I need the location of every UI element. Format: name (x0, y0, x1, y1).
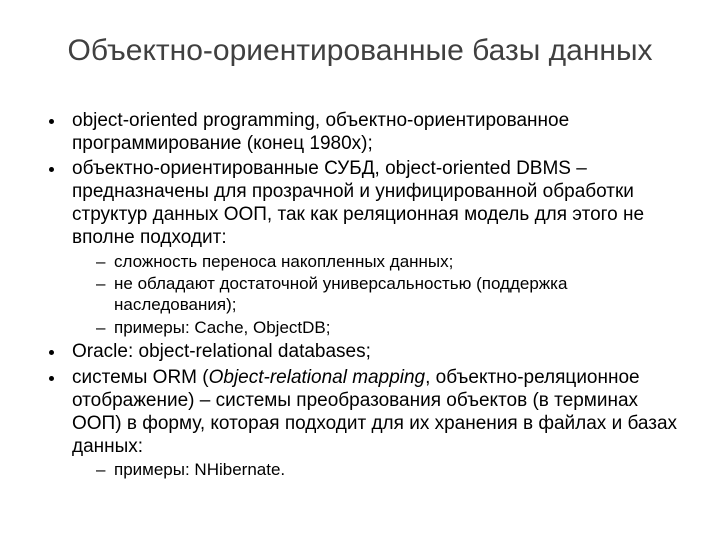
sub-list: примеры: NHibernate. (72, 460, 680, 481)
list-item: сложность переноса накопленных данных; (100, 252, 680, 273)
list-item: не обладают достаточной универсальностью… (100, 274, 680, 315)
list-item: примеры: NHibernate. (100, 460, 680, 481)
list-item: object-oriented programming, объектно-ор… (66, 109, 680, 155)
list-item: объектно-ориентированные СУБД, object-or… (66, 157, 680, 339)
list-item-text-prefix: системы ORM ( (72, 367, 209, 388)
list-item-text: объектно-ориентированные СУБД, object-or… (72, 158, 644, 249)
sub-list: сложность переноса накопленных данных; н… (72, 252, 680, 339)
page-title: Объектно-ориентированные базы данных (40, 34, 680, 69)
list-item: примеры: Cache, ObjectDB; (100, 318, 680, 339)
bullet-list: object-oriented programming, объектно-ор… (40, 109, 680, 482)
list-item: системы ORM (Object-relational mapping, … (66, 366, 680, 481)
slide: Объектно-ориентированные базы данных obj… (0, 0, 720, 540)
list-item: Oracle: object-relational databases; (66, 340, 680, 363)
list-item-text-em: Object-relational mapping (209, 367, 426, 388)
